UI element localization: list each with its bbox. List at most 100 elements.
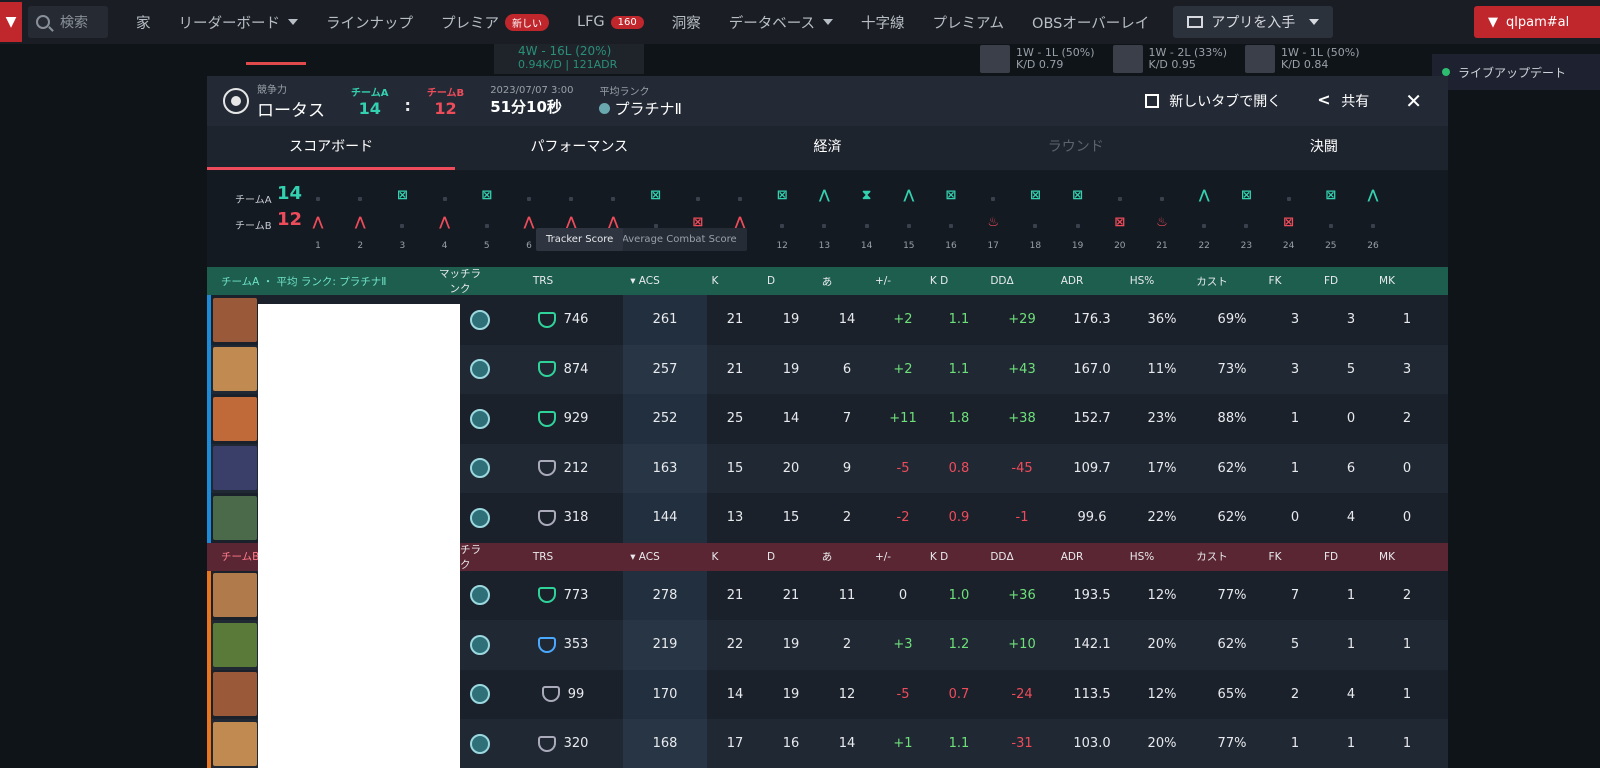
column-header[interactable]: ▾ ACS: [603, 275, 687, 287]
round-empty-marker: [527, 197, 531, 201]
column-header[interactable]: FD: [1303, 551, 1359, 563]
round-empty-marker: [1244, 224, 1249, 228]
column-header[interactable]: TRS: [483, 275, 603, 287]
nav-item[interactable]: 家: [136, 12, 151, 33]
nav-item[interactable]: プレミア 新しい: [441, 12, 549, 33]
round-elim-icon: ⋀: [1198, 188, 1210, 203]
round-number: 16: [945, 241, 957, 251]
acs-cell: 219: [623, 620, 707, 670]
rank-gem-icon: [470, 634, 490, 655]
search-box[interactable]: 検索: [28, 6, 108, 38]
column-header[interactable]: HS%: [1107, 551, 1177, 563]
close-icon[interactable]: ✕: [1405, 89, 1422, 113]
round-empty-marker: [991, 197, 996, 201]
column-header[interactable]: +/-: [855, 551, 911, 563]
stat-d: 19: [782, 312, 800, 328]
column-header[interactable]: MK: [1359, 275, 1415, 287]
stat-kd: 1.1: [948, 312, 970, 328]
column-header[interactable]: あ: [799, 549, 855, 564]
background-player-stats: 1W - 2L (33%) K/D 0.95: [1149, 47, 1228, 71]
stat-mk: 0: [1402, 510, 1412, 526]
column-header[interactable]: K: [687, 275, 743, 287]
column-header[interactable]: FD: [1303, 275, 1359, 287]
column-header[interactable]: ADR: [1037, 551, 1107, 563]
nav-item[interactable]: 十字線: [861, 12, 905, 33]
timeline-teamB-score: 12: [277, 209, 303, 230]
avg-rank-label: 平均ランク: [599, 87, 650, 98]
round-number: 2: [357, 241, 364, 251]
column-header[interactable]: あ: [799, 274, 855, 289]
nav-item-label: プレミアム: [932, 15, 1005, 32]
background-player: 1W - 2L (33%) K/D 0.95: [1112, 44, 1228, 74]
column-header[interactable]: TRS: [483, 551, 603, 563]
stat-a: 9: [842, 460, 852, 476]
rank-gem-icon: [470, 585, 490, 606]
nav-item-label: ラインナップ: [326, 15, 413, 32]
stat-fd: 3: [1346, 312, 1356, 328]
column-header[interactable]: DDΔ: [967, 551, 1037, 563]
column-header[interactable]: FK: [1247, 275, 1303, 287]
stat-pm: +2: [893, 312, 913, 328]
round-empty-marker: [1328, 224, 1333, 228]
background-kd: 0.94K/D | 121ADR: [518, 58, 618, 71]
round-elim-icon: ⋀: [818, 188, 830, 203]
column-header[interactable]: FK: [1247, 551, 1303, 563]
team-side-bar: [207, 620, 211, 670]
stat-fd: 1: [1346, 587, 1356, 603]
round-elim-icon: ⋀: [903, 188, 915, 203]
team-side-bar: [207, 669, 211, 719]
nav-item[interactable]: データベース: [729, 12, 834, 33]
round-empty-marker: [358, 197, 363, 201]
nav-item[interactable]: 洞察: [672, 12, 701, 33]
tab-2[interactable]: パフォーマンス: [455, 126, 703, 170]
column-header[interactable]: K: [687, 551, 743, 563]
stat-hs: 11%: [1147, 361, 1177, 377]
nav-item[interactable]: LFG 160: [577, 12, 644, 33]
stat-dd: -31: [1011, 736, 1033, 752]
column-header[interactable]: +/-: [855, 275, 911, 287]
column-header[interactable]: MK: [1359, 551, 1415, 563]
round-defuse-icon: ⊠: [1283, 215, 1295, 230]
column-header[interactable]: K D: [911, 275, 967, 287]
background-player-kd: K/D 0.84: [1281, 58, 1329, 71]
round-empty-marker: [1117, 197, 1122, 201]
timeline-teamA-score: 14: [277, 183, 303, 204]
column-header[interactable]: D: [743, 275, 799, 287]
open-new-tab-button[interactable]: 新しいタブで開く: [1145, 91, 1281, 111]
rank-gem-icon: [470, 507, 490, 528]
column-header[interactable]: カスト: [1177, 274, 1247, 289]
nav-item[interactable]: OBSオーバーレイ: [1032, 12, 1149, 33]
user-account-button[interactable]: ▼ qlpam#al: [1474, 6, 1600, 38]
get-app-button[interactable]: アプリを入手: [1173, 6, 1334, 38]
site-logo[interactable]: ▼: [0, 2, 22, 42]
stat-a: 7: [842, 411, 852, 427]
tab-5[interactable]: 決闘: [1200, 126, 1448, 170]
nav-item[interactable]: ラインナップ: [326, 12, 413, 33]
column-header[interactable]: K D: [911, 551, 967, 563]
rank-gem-icon: [470, 733, 490, 754]
tab-3[interactable]: 経済: [703, 126, 951, 170]
column-header[interactable]: ▾ ACS: [603, 551, 687, 563]
trs-shield-icon: [541, 686, 560, 703]
rank-gem-icon: [470, 309, 490, 330]
column-header[interactable]: マッチランク: [437, 266, 483, 296]
column-header[interactable]: ADR: [1037, 275, 1107, 287]
stat-dd: +36: [1008, 587, 1036, 603]
share-icon: [1317, 90, 1331, 109]
column-header[interactable]: HS%: [1107, 275, 1177, 287]
nav-item-label: LFG: [577, 14, 605, 30]
live-updates-badge[interactable]: ライブアップデート: [1432, 54, 1600, 90]
stat-kast: 69%: [1217, 312, 1247, 328]
round-number: 13: [818, 241, 831, 251]
team-side-bar: [207, 570, 211, 620]
device-icon: [1187, 16, 1204, 28]
column-header[interactable]: D: [743, 551, 799, 563]
share-button[interactable]: 共有: [1317, 90, 1369, 111]
column-header[interactable]: DDΔ: [967, 275, 1037, 287]
tab-1[interactable]: スコアボード: [207, 126, 456, 170]
live-updates-label: ライブアップデート: [1458, 65, 1567, 80]
column-header[interactable]: カスト: [1177, 549, 1247, 564]
live-dot-icon: [1442, 68, 1450, 76]
nav-item[interactable]: プレミアム: [933, 12, 1005, 33]
nav-item[interactable]: リーダーボード: [179, 12, 298, 33]
